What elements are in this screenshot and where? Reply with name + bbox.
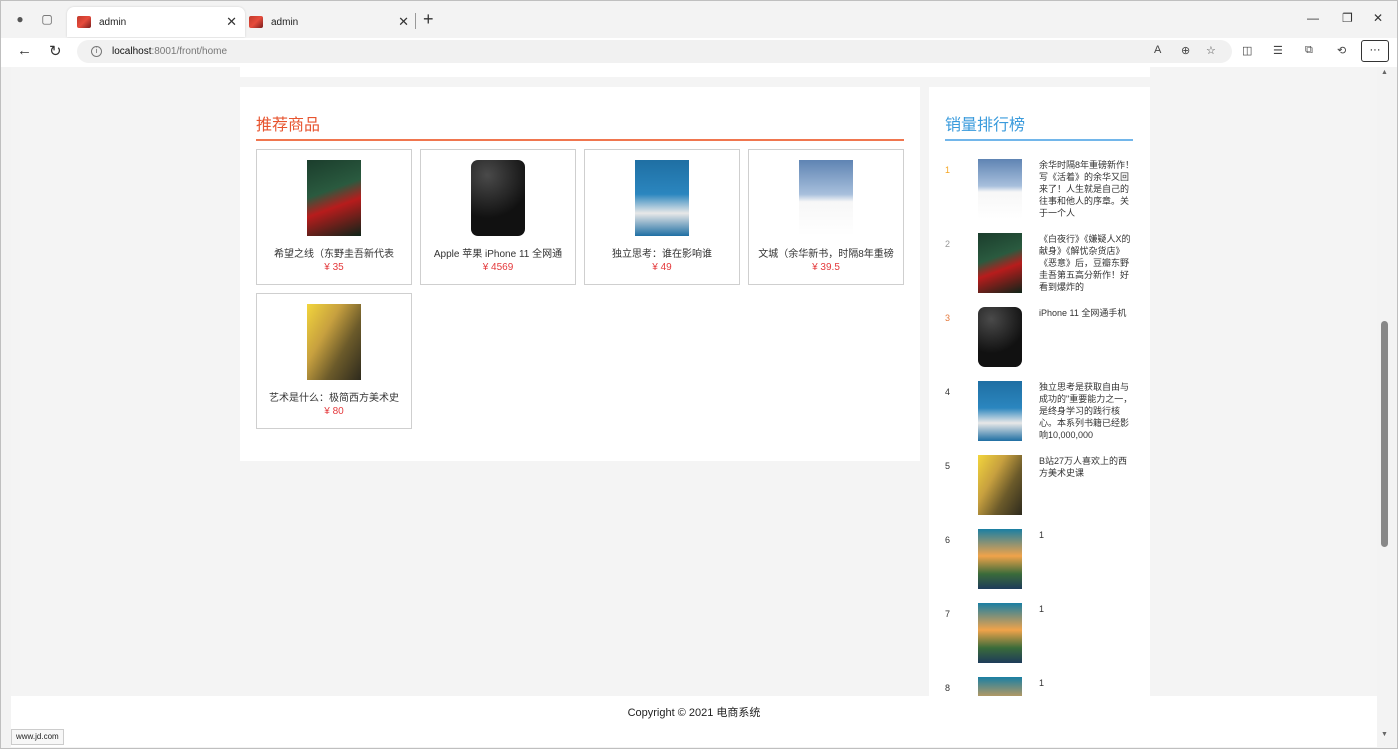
recommend-panel: 推荐商品 希望之线（东野圭吾新代表 ¥ 35 Apple 苹果 iPhone 11 … bbox=[240, 87, 920, 461]
favicon-icon bbox=[77, 16, 91, 28]
tab-title: admin bbox=[271, 16, 299, 28]
product-card[interactable]: Apple 苹果 iPhone 11 全网通 ¥ 4569 bbox=[420, 149, 576, 285]
rank-description[interactable]: 1 bbox=[1039, 677, 1135, 689]
close-window-icon[interactable]: ✕ bbox=[1373, 11, 1383, 25]
rank-number: 4 bbox=[945, 387, 951, 397]
new-tab-icon[interactable]: + bbox=[423, 10, 434, 28]
collections-icon[interactable]: ⧉ bbox=[1305, 44, 1313, 57]
tab-admin-1[interactable]: admin ✕ bbox=[67, 7, 245, 37]
rank-number: 3 bbox=[945, 313, 951, 323]
tab-admin-2[interactable]: admin ✕ bbox=[239, 7, 417, 37]
status-bar-url: www.jd.com bbox=[11, 729, 64, 745]
rank-description[interactable]: 1 bbox=[1039, 603, 1135, 615]
history-icon[interactable]: ⟲ bbox=[1337, 44, 1346, 57]
restore-icon[interactable]: ❐ bbox=[1342, 11, 1353, 25]
browser-window: ● ▢ admin ✕ admin ✕ + — ❐ ✕ ← ↻ i localh… bbox=[0, 0, 1398, 749]
url-host: localhost bbox=[112, 46, 152, 57]
rank-image[interactable] bbox=[978, 159, 1022, 219]
favorite-icon[interactable]: ☆ bbox=[1206, 44, 1216, 57]
product-name[interactable]: 艺术是什么：极简西方美术史 bbox=[257, 389, 411, 404]
scrollbar[interactable]: ▲ ▼ bbox=[1379, 67, 1391, 747]
page-viewport: 推荐商品 希望之线（东野圭吾新代表 ¥ 35 Apple 苹果 iPhone 11 … bbox=[11, 67, 1377, 747]
product-card[interactable]: 艺术是什么：极简西方美术史 ¥ 80 bbox=[256, 293, 412, 429]
ranking-item[interactable]: 2 《白夜行》《嫌疑人X的献身》《解忧杂货店》《恶意》后，豆瓣东野圭吾第五高分新作… bbox=[929, 233, 1149, 303]
address-bar[interactable]: i localhost :8001/front/home bbox=[77, 40, 1232, 63]
read-aloud-icon[interactable]: A bbox=[1154, 44, 1161, 56]
ranking-item[interactable]: 5 B站27万人喜欢上的西方美术史课 bbox=[929, 455, 1149, 525]
rank-description[interactable]: B站27万人喜欢上的西方美术史课 bbox=[1039, 455, 1135, 479]
product-card[interactable]: 文城（余华新书，时隔8年重磅 ¥ 39.5 bbox=[748, 149, 904, 285]
product-price: ¥ 80 bbox=[324, 406, 344, 417]
product-card[interactable]: 希望之线（东野圭吾新代表 ¥ 35 bbox=[256, 149, 412, 285]
product-name[interactable]: 独立思考：谁在影响谁 bbox=[585, 245, 739, 260]
product-image[interactable] bbox=[307, 160, 361, 236]
tab-separator bbox=[415, 13, 416, 29]
product-name[interactable]: 希望之线（东野圭吾新代表 bbox=[257, 245, 411, 260]
rank-description[interactable]: 独立思考是获取自由与成功的"重要能力之一，是终身学习的践行核心。本系列书籍已经影… bbox=[1039, 381, 1135, 441]
product-image[interactable] bbox=[471, 160, 525, 236]
rank-number: 5 bbox=[945, 461, 951, 471]
profile-icon[interactable]: ● bbox=[12, 11, 28, 27]
more-icon[interactable]: ··· bbox=[1361, 40, 1389, 62]
split-screen-icon[interactable]: ◫ bbox=[1242, 44, 1252, 57]
product-price: ¥ 49 bbox=[652, 262, 672, 273]
product-price: ¥ 4569 bbox=[482, 262, 514, 273]
top-card-edge bbox=[240, 67, 1150, 77]
product-price: ¥ 39.5 bbox=[812, 262, 840, 273]
scroll-thumb[interactable] bbox=[1381, 321, 1388, 547]
tab-title: admin bbox=[99, 16, 127, 28]
ranking-divider bbox=[945, 139, 1133, 141]
ranking-item[interactable]: 4 独立思考是获取自由与成功的"重要能力之一，是终身学习的践行核心。本系列书籍已经… bbox=[929, 381, 1149, 451]
product-image[interactable] bbox=[635, 160, 689, 236]
copyright-text: Copyright © 2021 电商系统 bbox=[627, 707, 761, 719]
address-row: ← ↻ i localhost :8001/front/home A ⊕ ☆ ◫… bbox=[1, 38, 1397, 67]
scroll-up-icon[interactable]: ▲ bbox=[1381, 69, 1388, 76]
ranking-title: 销量排行榜 bbox=[945, 117, 1026, 134]
rank-image[interactable] bbox=[978, 603, 1022, 663]
rank-description[interactable]: iPhone 11 全网通手机 bbox=[1039, 307, 1135, 319]
url-path: :8001/front/home bbox=[151, 46, 228, 57]
product-image[interactable] bbox=[799, 160, 853, 236]
product-card[interactable]: 独立思考：谁在影响谁 ¥ 49 bbox=[584, 149, 740, 285]
rank-image[interactable] bbox=[978, 233, 1022, 293]
recommend-title: 推荐商品 bbox=[256, 117, 321, 134]
favicon-icon bbox=[249, 16, 263, 28]
rank-number: 6 bbox=[945, 535, 951, 545]
favorites-list-icon[interactable]: ☰ bbox=[1273, 44, 1283, 57]
ranking-item[interactable]: 61 bbox=[929, 529, 1149, 599]
tab-strip: ● ▢ admin ✕ admin ✕ + — ❐ ✕ bbox=[1, 1, 1397, 38]
product-image[interactable] bbox=[307, 304, 361, 380]
close-tab-icon[interactable]: ✕ bbox=[226, 14, 237, 30]
back-icon[interactable]: ← bbox=[17, 42, 32, 59]
ranking-item[interactable]: 3 iPhone 11 全网通手机 bbox=[929, 307, 1149, 377]
recommend-divider bbox=[256, 139, 904, 141]
rank-description[interactable]: 《白夜行》《嫌疑人X的献身》《解忧杂货店》《恶意》后，豆瓣东野圭吾第五高分新作！… bbox=[1039, 233, 1135, 293]
rank-description[interactable]: 1 bbox=[1039, 529, 1135, 541]
rank-number: 8 bbox=[945, 683, 951, 693]
site-info-icon[interactable]: i bbox=[91, 46, 102, 57]
ranking-item[interactable]: 71 bbox=[929, 603, 1149, 673]
ranking-panel: 销量排行榜 1 余华时隔8年重磅新作！写《活着》的余华又回来了！人生就是自己的往事… bbox=[929, 87, 1150, 737]
rank-number: 7 bbox=[945, 609, 951, 619]
scroll-down-icon[interactable]: ▼ bbox=[1381, 731, 1388, 738]
rank-number: 1 bbox=[945, 165, 951, 175]
tab-actions-icon[interactable]: ▢ bbox=[39, 11, 55, 27]
rank-image[interactable] bbox=[978, 529, 1022, 589]
product-name[interactable]: 文城（余华新书，时隔8年重磅 bbox=[749, 245, 903, 260]
rank-number: 2 bbox=[945, 239, 951, 249]
close-tab-icon[interactable]: ✕ bbox=[398, 14, 409, 30]
footer: Copyright © 2021 电商系统 bbox=[11, 696, 1377, 747]
product-name[interactable]: Apple 苹果 iPhone 11 全网通 bbox=[421, 245, 575, 260]
minimize-icon[interactable]: — bbox=[1307, 11, 1319, 25]
product-price: ¥ 35 bbox=[324, 262, 344, 273]
rank-image[interactable] bbox=[978, 307, 1022, 367]
rank-image[interactable] bbox=[978, 455, 1022, 515]
zoom-icon[interactable]: ⊕ bbox=[1181, 44, 1190, 57]
rank-description[interactable]: 余华时隔8年重磅新作！写《活着》的余华又回来了！人生就是自己的往事和他人的序章。… bbox=[1039, 159, 1135, 219]
refresh-icon[interactable]: ↻ bbox=[49, 42, 62, 60]
rank-image[interactable] bbox=[978, 381, 1022, 441]
ranking-item[interactable]: 1 余华时隔8年重磅新作！写《活着》的余华又回来了！人生就是自己的往事和他人的序章… bbox=[929, 159, 1149, 229]
